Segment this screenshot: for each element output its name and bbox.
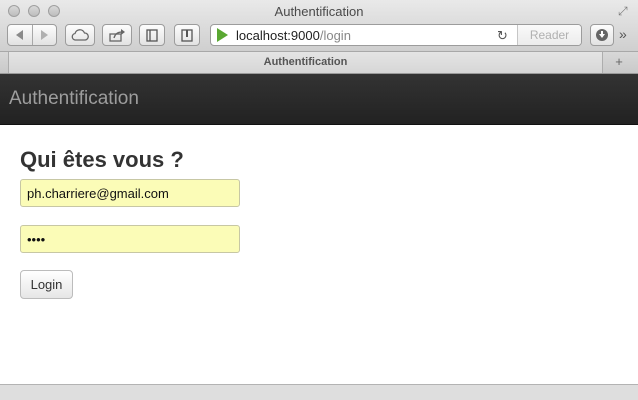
share-icon xyxy=(109,28,125,42)
cloud-icon xyxy=(71,29,89,41)
reload-icon[interactable]: ↻ xyxy=(497,28,511,43)
email-input[interactable] xyxy=(20,179,240,207)
login-button[interactable]: Login xyxy=(20,270,73,299)
bookmarks-button[interactable] xyxy=(139,24,165,46)
navbar-brand[interactable]: Authentification xyxy=(9,88,139,110)
browser-window: Authentification ⤢ localhost:9000/login … xyxy=(0,0,638,400)
back-button[interactable] xyxy=(8,25,32,45)
url-path: /login xyxy=(319,27,351,43)
reader-button[interactable]: Reader xyxy=(517,25,581,45)
address-bar[interactable]: localhost:9000/login ↻ Reader xyxy=(210,24,582,46)
url-host: localhost:9000 xyxy=(236,27,320,43)
tab-bar: Authentification + xyxy=(0,52,638,74)
downloads-button[interactable] xyxy=(590,24,614,46)
app-navbar: Authentification xyxy=(0,74,638,125)
login-form-header: Qui êtes vous ? xyxy=(20,147,184,173)
password-input[interactable] xyxy=(20,225,240,253)
fullscreen-icon[interactable]: ⤢ xyxy=(618,4,632,18)
url-text[interactable]: localhost:9000/login xyxy=(236,28,351,43)
back-arrow-icon xyxy=(15,30,23,40)
status-bar xyxy=(0,384,638,400)
reading-list-icon xyxy=(181,28,193,42)
window-title: Authentification xyxy=(274,4,364,19)
forward-button[interactable] xyxy=(33,25,57,45)
icloud-tabs-button[interactable] xyxy=(65,24,95,46)
new-tab-button[interactable]: + xyxy=(606,52,632,73)
forward-arrow-icon xyxy=(41,30,49,40)
download-icon xyxy=(596,29,608,41)
reading-list-button[interactable] xyxy=(174,24,200,46)
more-chevron-icon[interactable]: » xyxy=(619,26,627,42)
bookmarks-book-icon xyxy=(146,28,158,42)
title-bar: Authentification ⤢ localhost:9000/login … xyxy=(0,0,638,52)
page-title: Qui êtes vous ? xyxy=(20,147,184,172)
back-forward-control xyxy=(7,24,57,46)
tab-authentification[interactable]: Authentification xyxy=(8,52,603,73)
share-button[interactable] xyxy=(102,24,132,46)
site-play-icon xyxy=(217,28,228,42)
